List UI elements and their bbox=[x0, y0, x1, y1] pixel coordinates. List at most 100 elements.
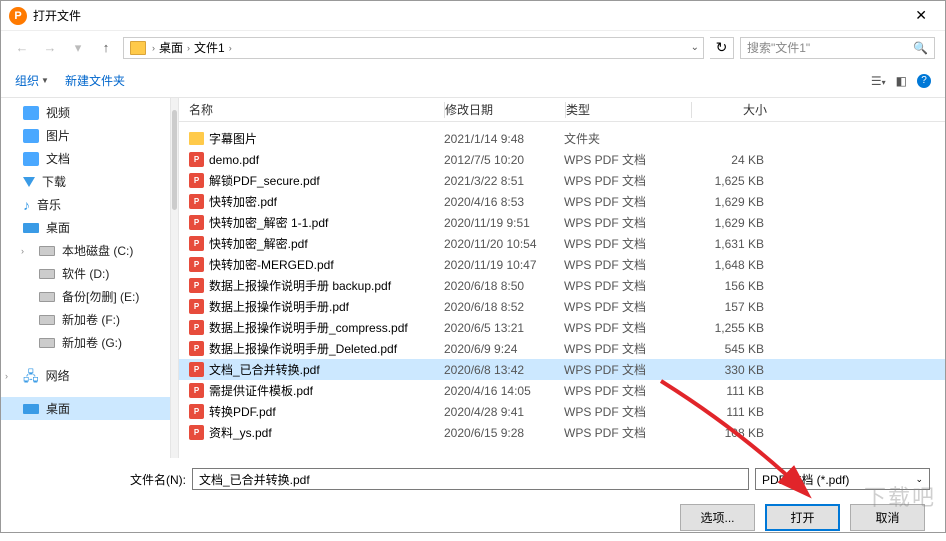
pdf-icon: P bbox=[189, 215, 204, 230]
new-folder-button[interactable]: 新建文件夹 bbox=[65, 72, 125, 89]
search-input[interactable]: 搜索"文件1" 🔍 bbox=[740, 37, 935, 59]
nav-back-icon[interactable]: ← bbox=[11, 37, 33, 59]
file-header: 名称 修改日期 类型 大小 bbox=[179, 98, 945, 122]
breadcrumb-item[interactable]: 文件1 bbox=[194, 39, 225, 56]
chevron-right-icon[interactable]: › bbox=[5, 371, 8, 381]
file-type: WPS PDF 文档 bbox=[564, 256, 689, 273]
sidebar-item-label: 音乐 bbox=[37, 196, 61, 213]
table-row[interactable]: 字幕图片2021/1/14 9:48文件夹 bbox=[179, 128, 945, 149]
sidebar-desktop[interactable]: 桌面 bbox=[1, 397, 170, 420]
network-icon: 🖧 bbox=[23, 369, 39, 383]
cancel-button[interactable]: 取消 bbox=[850, 504, 925, 531]
sidebar-item[interactable]: ›本地磁盘 (C:) bbox=[1, 239, 170, 262]
sidebar-item[interactable]: 新加卷 (F:) bbox=[1, 308, 170, 331]
file-size: 1,255 KB bbox=[689, 321, 774, 335]
chevron-right-icon[interactable]: › bbox=[21, 246, 24, 256]
disk-icon bbox=[39, 315, 55, 325]
file-size: 24 KB bbox=[689, 153, 774, 167]
file-size: 1,648 KB bbox=[689, 258, 774, 272]
pdf-icon: P bbox=[189, 362, 204, 377]
table-row[interactable]: P转换PDF.pdf2020/4/28 9:41WPS PDF 文档111 KB bbox=[179, 401, 945, 422]
file-type: WPS PDF 文档 bbox=[564, 151, 689, 168]
preview-icon[interactable]: ◧ bbox=[896, 74, 907, 88]
sidebar-item-label: 桌面 bbox=[46, 400, 70, 417]
file-name: 转换PDF.pdf bbox=[209, 403, 276, 420]
pdf-icon: P bbox=[189, 236, 204, 251]
file-name: 解锁PDF_secure.pdf bbox=[209, 172, 320, 189]
app-icon: P bbox=[9, 7, 27, 25]
breadcrumb-root[interactable]: 桌面 bbox=[159, 39, 183, 56]
table-row[interactable]: P快转加密_解密 1-1.pdf2020/11/19 9:51WPS PDF 文… bbox=[179, 212, 945, 233]
breadcrumb[interactable]: › 桌面 › 文件1 › ⌄ bbox=[123, 37, 704, 59]
chevron-right-icon: › bbox=[187, 43, 190, 53]
table-row[interactable]: P文档_已合并转换.pdf2020/6/8 13:42WPS PDF 文档330… bbox=[179, 359, 945, 380]
chevron-right-icon: › bbox=[152, 43, 155, 53]
file-type: WPS PDF 文档 bbox=[564, 319, 689, 336]
open-button[interactable]: 打开 bbox=[765, 504, 840, 531]
file-name: 快转加密_解密 1-1.pdf bbox=[209, 214, 328, 231]
sidebar-item[interactable]: ♪音乐 bbox=[1, 193, 170, 216]
pdf-icon: P bbox=[189, 341, 204, 356]
file-type: WPS PDF 文档 bbox=[564, 424, 689, 441]
sidebar-item[interactable]: 下载 bbox=[1, 170, 170, 193]
file-date: 2020/6/9 9:24 bbox=[444, 342, 564, 356]
sidebar-item[interactable]: 软件 (D:) bbox=[1, 262, 170, 285]
table-row[interactable]: P快转加密.pdf2020/4/16 8:53WPS PDF 文档1,629 K… bbox=[179, 191, 945, 212]
file-date: 2020/11/19 9:51 bbox=[444, 216, 564, 230]
scrollbar-thumb[interactable] bbox=[172, 110, 177, 210]
sidebar-item[interactable]: 视频 bbox=[1, 101, 170, 124]
sidebar-item[interactable]: 新加卷 (G:) bbox=[1, 331, 170, 354]
sidebar-item[interactable]: 文档 bbox=[1, 147, 170, 170]
file-date: 2020/6/18 8:52 bbox=[444, 300, 564, 314]
column-type[interactable]: 类型 bbox=[566, 101, 691, 118]
column-date[interactable]: 修改日期 bbox=[445, 101, 565, 118]
table-row[interactable]: P数据上报操作说明手册.pdf2020/6/18 8:52WPS PDF 文档1… bbox=[179, 296, 945, 317]
table-row[interactable]: P数据上报操作说明手册_compress.pdf2020/6/5 13:21WP… bbox=[179, 317, 945, 338]
table-row[interactable]: P快转加密-MERGED.pdf2020/11/19 10:47WPS PDF … bbox=[179, 254, 945, 275]
file-size: 545 KB bbox=[689, 342, 774, 356]
options-button[interactable]: 选项... bbox=[680, 504, 755, 531]
sidebar-item-label: 文档 bbox=[46, 150, 70, 167]
column-name[interactable]: 名称 bbox=[189, 101, 444, 118]
desktop-icon bbox=[23, 223, 39, 233]
folder-icon bbox=[23, 129, 39, 143]
nav-forward-icon[interactable]: → bbox=[39, 37, 61, 59]
file-name: 快转加密_解密.pdf bbox=[209, 235, 308, 252]
file-name-cell: P资料_ys.pdf bbox=[189, 424, 444, 441]
file-date: 2020/6/5 13:21 bbox=[444, 321, 564, 335]
file-type: WPS PDF 文档 bbox=[564, 277, 689, 294]
file-date: 2020/6/15 9:28 bbox=[444, 426, 564, 440]
nav-dropdown-icon[interactable]: ▾ bbox=[67, 37, 89, 59]
help-icon[interactable]: ? bbox=[917, 74, 931, 88]
filetype-filter[interactable]: PDF 文档 (*.pdf) ⌄ bbox=[755, 468, 930, 490]
column-size[interactable]: 大小 bbox=[692, 101, 777, 118]
file-name: 快转加密-MERGED.pdf bbox=[209, 256, 334, 273]
file-date: 2020/6/8 13:42 bbox=[444, 363, 564, 377]
file-name-cell: P转换PDF.pdf bbox=[189, 403, 444, 420]
file-size: 156 KB bbox=[689, 279, 774, 293]
view-icon[interactable]: ☰▾ bbox=[871, 74, 886, 88]
table-row[interactable]: P数据上报操作说明手册_Deleted.pdf2020/6/9 9:24WPS … bbox=[179, 338, 945, 359]
table-row[interactable]: Pdemo.pdf2012/7/5 10:20WPS PDF 文档24 KB bbox=[179, 149, 945, 170]
filename-input[interactable] bbox=[192, 468, 749, 490]
file-list[interactable]: 字幕图片2021/1/14 9:48文件夹Pdemo.pdf2012/7/5 1… bbox=[179, 122, 945, 458]
sidebar-scrollbar[interactable] bbox=[171, 98, 179, 458]
sidebar-network[interactable]: ›🖧网络 bbox=[1, 364, 170, 387]
sidebar-item[interactable]: 备份[勿删] (E:) bbox=[1, 285, 170, 308]
table-row[interactable]: P解锁PDF_secure.pdf2021/3/22 8:51WPS PDF 文… bbox=[179, 170, 945, 191]
file-area: 名称 修改日期 类型 大小 字幕图片2021/1/14 9:48文件夹Pdemo… bbox=[179, 98, 945, 458]
refresh-icon[interactable]: ↻ bbox=[710, 37, 734, 59]
file-date: 2021/1/14 9:48 bbox=[444, 132, 564, 146]
table-row[interactable] bbox=[179, 122, 945, 128]
organize-button[interactable]: 组织 ▼ bbox=[15, 72, 49, 89]
nav-up-icon[interactable]: ↑ bbox=[95, 37, 117, 59]
table-row[interactable]: P快转加密_解密.pdf2020/11/20 10:54WPS PDF 文档1,… bbox=[179, 233, 945, 254]
desktop-icon bbox=[23, 404, 39, 414]
sidebar-item[interactable]: 桌面 bbox=[1, 216, 170, 239]
chevron-down-icon[interactable]: ⌄ bbox=[691, 42, 699, 53]
sidebar-item[interactable]: 图片 bbox=[1, 124, 170, 147]
table-row[interactable]: P资料_ys.pdf2020/6/15 9:28WPS PDF 文档108 KB bbox=[179, 422, 945, 443]
close-icon[interactable]: ✕ bbox=[905, 7, 937, 24]
table-row[interactable]: P需提供证件模板.pdf2020/4/16 14:05WPS PDF 文档111… bbox=[179, 380, 945, 401]
table-row[interactable]: P数据上报操作说明手册 backup.pdf2020/6/18 8:50WPS … bbox=[179, 275, 945, 296]
